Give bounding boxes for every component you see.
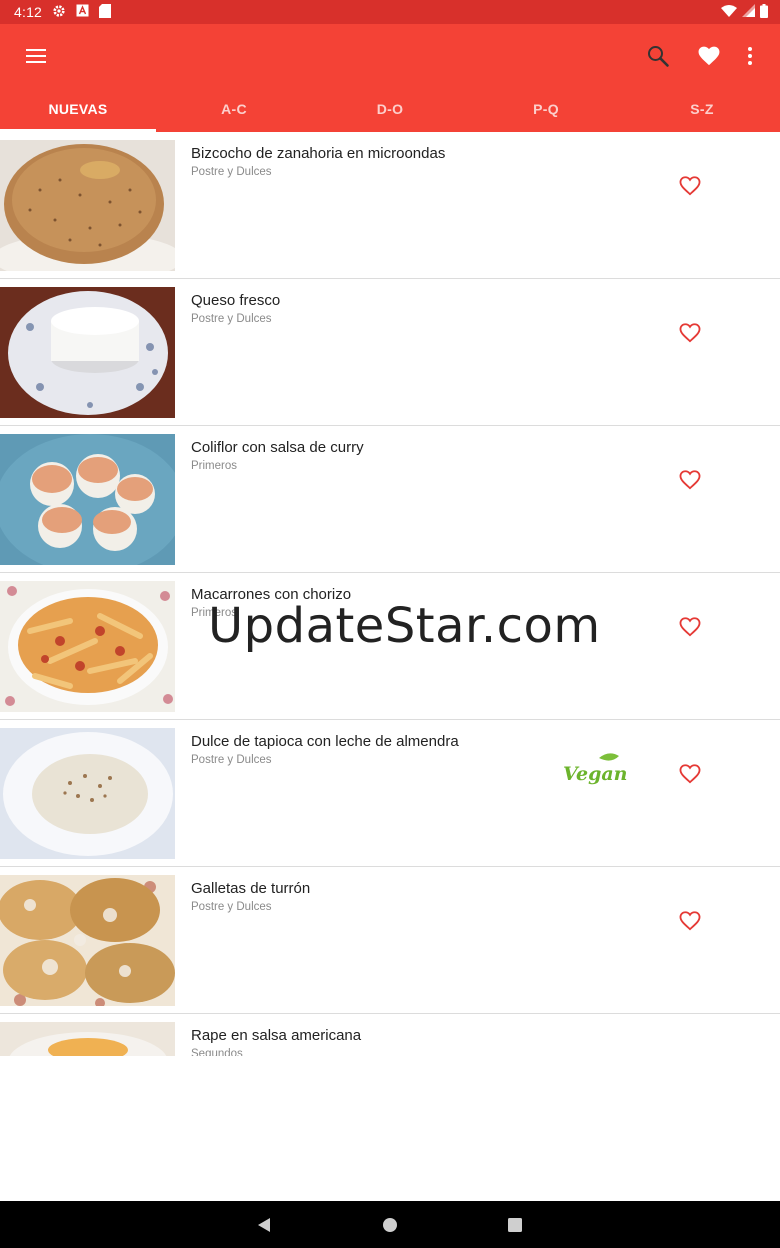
- recents-icon[interactable]: [503, 1213, 527, 1237]
- recipe-row[interactable]: Rape en salsa americana Segundos: [0, 1014, 780, 1056]
- recipe-title: Coliflor con salsa de curry: [191, 439, 364, 456]
- signal-icon: [742, 4, 755, 20]
- category-tabs: NUEVAS A-C D-O P-Q S-Z: [0, 86, 780, 132]
- more-vert-icon[interactable]: [730, 36, 770, 76]
- recipe-title: Galletas de turrón: [191, 880, 311, 897]
- recipe-title: Dulce de tapioca con leche de almendra: [191, 733, 459, 750]
- favorite-heart-outline-icon[interactable]: [676, 760, 704, 788]
- home-icon[interactable]: [378, 1213, 402, 1237]
- recipe-category: Segundos: [191, 1048, 243, 1056]
- favorites-heart-icon[interactable]: [689, 36, 729, 76]
- recipe-row[interactable]: Queso fresco Postre y Dulces: [0, 279, 780, 426]
- menu-icon[interactable]: [18, 38, 54, 74]
- tab-s-z[interactable]: S-Z: [624, 86, 780, 132]
- system-nav-bar: [0, 1201, 780, 1248]
- recipe-category: Postre y Dulces: [191, 313, 272, 325]
- favorite-heart-outline-icon[interactable]: [676, 613, 704, 641]
- vegan-badge: Vegan: [561, 750, 628, 790]
- recipe-category: Postre y Dulces: [191, 901, 272, 913]
- tab-d-o[interactable]: D-O: [312, 86, 468, 132]
- favorite-heart-outline-icon[interactable]: [676, 466, 704, 494]
- search-icon[interactable]: [638, 36, 678, 76]
- app-screen: 4:12 NUEVAS A-C D-O P-Q S-Z Bizcocho de …: [0, 0, 780, 1248]
- recipe-category: Postre y Dulces: [191, 166, 272, 178]
- recipe-row[interactable]: Galletas de turrón Postre y Dulces: [0, 867, 780, 1014]
- recipe-title: Bizcocho de zanahoria en microondas: [191, 145, 446, 162]
- recipe-row[interactable]: Bizcocho de zanahoria en microondas Post…: [0, 132, 780, 279]
- battery-icon: [760, 3, 768, 21]
- watermark-text: UpdateStar.com: [208, 598, 601, 654]
- status-time: 4:12: [14, 4, 43, 20]
- settings-icon: [52, 4, 66, 21]
- recipe-title: Rape en salsa americana: [191, 1027, 362, 1044]
- favorite-heart-outline-icon[interactable]: [676, 907, 704, 935]
- tab-nuevas[interactable]: NUEVAS: [0, 86, 156, 132]
- a-box-icon: [76, 4, 89, 20]
- wifi-icon: [721, 4, 737, 20]
- recipe-thumbnail: [0, 875, 175, 1006]
- status-bar: 4:12: [0, 0, 780, 24]
- favorite-heart-outline-icon[interactable]: [676, 319, 704, 347]
- vegan-badge-label: Vegan: [563, 763, 627, 785]
- recipe-list: Bizcocho de zanahoria en microondas Post…: [0, 132, 780, 1056]
- recipe-thumbnail: [0, 140, 175, 271]
- recipe-thumbnail: [0, 287, 175, 418]
- app-bar: NUEVAS A-C D-O P-Q S-Z: [0, 24, 780, 132]
- recipe-thumbnail: [0, 1022, 175, 1056]
- recipe-title: Queso fresco: [191, 292, 281, 309]
- recipe-row[interactable]: Coliflor con salsa de curry Primeros: [0, 426, 780, 573]
- recipe-thumbnail: [0, 434, 175, 565]
- recipe-thumbnail: [0, 728, 175, 859]
- tab-p-q[interactable]: P-Q: [468, 86, 624, 132]
- back-icon[interactable]: [252, 1213, 276, 1237]
- favorite-heart-outline-icon[interactable]: [676, 172, 704, 200]
- sd-card-icon: [99, 3, 112, 21]
- recipe-category: Primeros: [191, 460, 238, 472]
- recipe-thumbnail: [0, 581, 175, 712]
- tab-a-c[interactable]: A-C: [156, 86, 312, 132]
- recipe-row[interactable]: Dulce de tapioca con leche de almendra P…: [0, 720, 780, 867]
- recipe-category: Postre y Dulces: [191, 754, 272, 766]
